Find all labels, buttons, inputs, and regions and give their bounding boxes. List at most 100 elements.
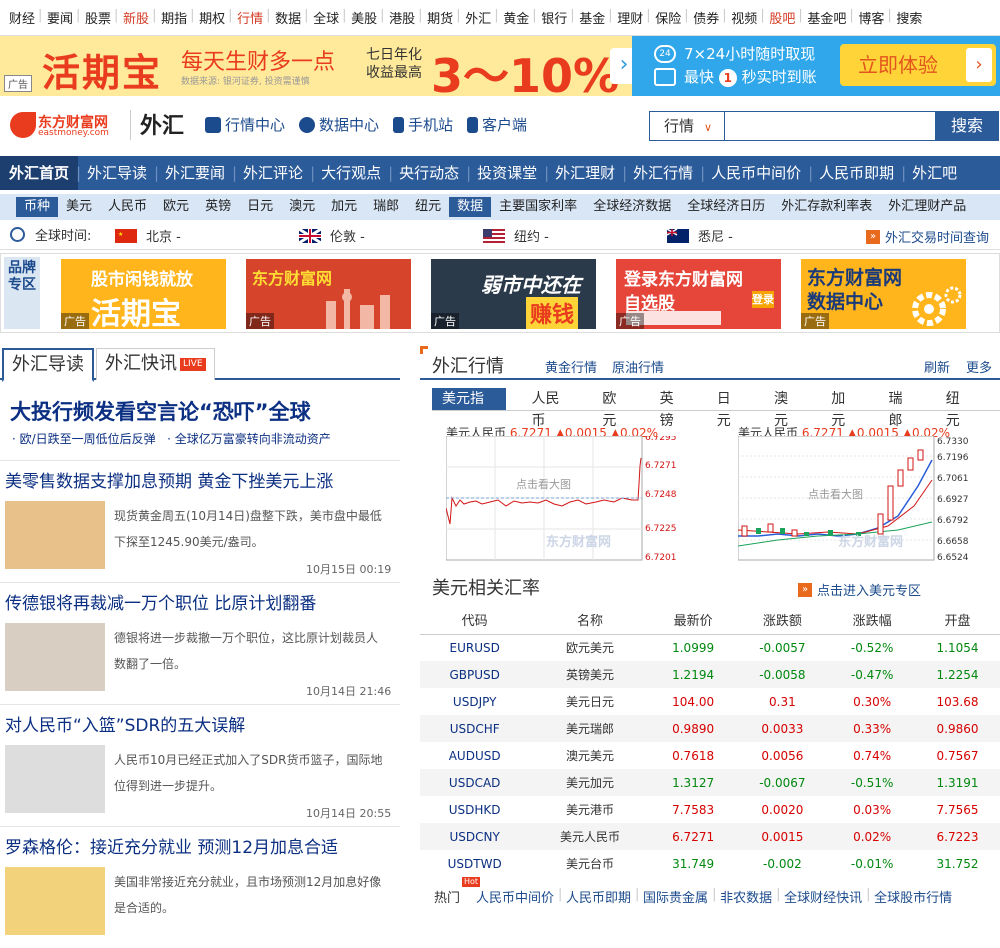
mainnav-item[interactable]: 大行观点 — [310, 156, 390, 190]
table-row[interactable]: USDCHF 美元瑞郎 0.9890 0.0033 0.33% 0.9860 — [420, 715, 1000, 742]
try-now-button[interactable]: 立即体验 › — [840, 44, 996, 86]
table-row[interactable]: USDCAD 美元加元 1.3127 -0.0067 -0.51% 1.3191 — [420, 769, 1000, 796]
topnav-item[interactable]: 股票 — [76, 8, 117, 27]
ad-right[interactable]: 24 7×24小时随时取现 最快 1 秒实时到账 立即体验 › — [632, 36, 1000, 96]
news-item[interactable]: 对人民币“入篮”SDR的五大误解 人民币10月已经正式加入了SDR货币篮子，国际地… — [0, 704, 400, 826]
news-thumbnail[interactable] — [5, 501, 105, 569]
brand-banner-huoqibao[interactable]: 股市闲钱就放 活期宝 广告 — [61, 259, 226, 329]
news-thumbnail[interactable] — [5, 745, 105, 813]
pair-code[interactable]: GBPUSD — [420, 661, 530, 688]
topnav-item[interactable]: 外汇 — [456, 8, 497, 27]
pair-code[interactable]: USDTWD — [420, 850, 529, 877]
currency-tab[interactable]: 瑞郎 — [886, 388, 919, 429]
news-title[interactable]: 罗森格伦：接近充分就业 预测12月加息合适 — [5, 833, 338, 858]
subnav-item[interactable]: 全球经济数据 — [585, 197, 679, 217]
header-link[interactable]: 手机站 — [393, 114, 453, 135]
hot-link[interactable]: 非农数据 — [712, 887, 778, 906]
mainnav-item[interactable]: 外汇导读 — [76, 156, 156, 190]
subnav-item[interactable]: 日元 — [239, 197, 281, 217]
headline[interactable]: 大投行频发看空言论“恐吓”全球 — [10, 396, 311, 426]
news-item[interactable]: 传德银将再裁减一万个职位 比原计划翻番 德银将进一步裁撤一万个职位，这比原计划裁员… — [0, 582, 400, 704]
brand-banner-datacenter[interactable]: 东方财富网 数据中心 广告 — [801, 259, 966, 329]
topnav-item[interactable]: 理财 — [608, 8, 649, 27]
table-row[interactable]: USDJPY 美元日元 104.00 0.31 0.30% 103.68 — [420, 688, 1000, 715]
search-type-select[interactable]: 行情 ∨ — [649, 111, 725, 141]
subnav-item[interactable]: 欧元 — [155, 197, 197, 217]
subnav-item[interactable]: 主要国家利率 — [491, 197, 585, 217]
subnav-item[interactable]: 澳元 — [281, 197, 323, 217]
mainnav-item[interactable]: 外汇首页 — [0, 156, 79, 190]
topnav-item[interactable]: 期指 — [152, 8, 193, 27]
table-row[interactable]: GBPUSD 英镑美元 1.2194 -0.0058 -0.47% 1.2254 — [420, 661, 1000, 688]
topnav-item[interactable]: 期货 — [418, 8, 459, 27]
currency-tab[interactable]: 日元 — [714, 388, 747, 429]
table-row[interactable]: USDTWD 美元台币 31.749 -0.002 -0.01% 31.752 — [420, 850, 1000, 877]
topnav-item[interactable]: 行情 — [228, 8, 269, 27]
header-link[interactable]: 数据中心 — [299, 114, 379, 135]
currency-tab[interactable]: 英镑 — [657, 388, 690, 429]
topnav-item[interactable]: 保险 — [646, 8, 687, 27]
topnav-item[interactable]: 财经 — [3, 8, 41, 27]
subnav-item[interactable]: 美元 — [58, 197, 100, 217]
topnav-item[interactable]: 搜索 — [887, 8, 928, 27]
sub-headline-link[interactable]: · 欧/日跌至一周低位后反弹 — [12, 432, 156, 446]
topnav-item[interactable]: 债券 — [684, 8, 725, 27]
fx-trading-time-link[interactable]: » 外汇交易时间查询 — [866, 227, 989, 246]
brand-banner-login[interactable]: 登录东方财富网 自选股 登录 广告 — [616, 259, 781, 329]
currency-tab[interactable]: 人民币 — [528, 388, 575, 429]
topnav-item[interactable]: 期权 — [190, 8, 231, 27]
news-item[interactable]: 美零售数据支撑加息预期 黄金下挫美元上涨 现货黄金周五(10月14日)盘整下跌，美… — [0, 460, 400, 582]
news-thumbnail[interactable] — [5, 623, 105, 691]
subnav-item[interactable]: 英镑 — [197, 197, 239, 217]
pair-code[interactable]: AUDUSD — [420, 742, 529, 769]
mainnav-item[interactable]: 投资课堂 — [466, 156, 546, 190]
topnav-item[interactable]: 数据 — [266, 8, 307, 27]
site-logo[interactable]: 东方财富网 eastmoney.com — [10, 112, 118, 138]
search-input[interactable] — [724, 111, 936, 141]
topnav-item[interactable]: 要闻 — [38, 8, 79, 27]
subnav-item[interactable]: 瑞郎 — [365, 197, 407, 217]
subnav-item[interactable]: 币种 — [16, 197, 59, 217]
more-link[interactable]: 更多 — [966, 357, 992, 376]
pair-code[interactable]: USDCAD — [420, 769, 530, 796]
subnav-item[interactable]: 数据 — [449, 197, 492, 217]
currency-tab[interactable]: 纽元 — [943, 388, 976, 429]
pair-code[interactable]: EURUSD — [420, 634, 529, 661]
brand-banner-eastmoney[interactable]: 东方财富网 广告 — [246, 259, 411, 329]
topnav-item[interactable]: 全球 — [304, 8, 345, 27]
hot-link[interactable]: 国际贵金属 — [635, 887, 714, 906]
hot-link[interactable]: 全球财经快讯 — [776, 887, 868, 906]
news-item[interactable]: 罗森格伦：接近充分就业 预测12月加息合适 美国非常接近充分就业，且市场预测12月… — [0, 826, 400, 948]
news-thumbnail[interactable] — [5, 867, 105, 935]
mainnav-item[interactable]: 外汇行情 — [622, 156, 702, 190]
news-title[interactable]: 美零售数据支撑加息预期 黄金下挫美元上涨 — [5, 467, 333, 492]
tab-fx-flash[interactable]: 外汇快讯 LIVE — [96, 348, 215, 380]
mainnav-item[interactable]: 外汇理财 — [544, 156, 624, 190]
mainnav-item[interactable]: 外汇要闻 — [154, 156, 234, 190]
mainnav-item[interactable]: 外汇吧 — [901, 156, 966, 190]
currency-tab[interactable]: 澳元 — [771, 388, 804, 429]
hot-link[interactable]: 全球股市行情 — [866, 887, 958, 906]
mainnav-item[interactable]: 人民币中间价 — [700, 156, 810, 190]
candlestick-chart[interactable]: 美元人民币 6.7271 ▲0.0015 ▲0.02% 点击看大图 东方财富网 … — [738, 424, 1000, 566]
topnav-item[interactable]: 股吧 — [760, 8, 801, 27]
topnav-item[interactable]: 博客 — [849, 8, 890, 27]
mainnav-item[interactable]: 人民币即期 — [808, 156, 903, 190]
topnav-item[interactable]: 黄金 — [494, 8, 535, 27]
pair-code[interactable]: USDCNY — [420, 823, 530, 850]
refresh-link[interactable]: 刷新 — [924, 357, 950, 376]
table-row[interactable]: USDHKD 美元港币 7.7583 0.0020 0.03% 7.7565 — [420, 796, 1000, 823]
gold-market-link[interactable]: 黄金行情 — [545, 357, 597, 376]
subnav-item[interactable]: 加元 — [323, 197, 365, 217]
topnav-item[interactable]: 基金 — [570, 8, 611, 27]
topnav-item[interactable]: 视频 — [722, 8, 763, 27]
subnav-item[interactable]: 外汇存款利率表 — [773, 197, 880, 217]
ad-banner[interactable]: 广告 活期宝 每天生财多一点 数据来源: 银河证券, 投资需谨慎 七日年化 收益最… — [0, 36, 1000, 103]
search-button[interactable]: 搜索 — [935, 111, 999, 141]
currency-tab[interactable]: 加元 — [828, 388, 861, 429]
sub-headline-link[interactable]: · 全球亿万富豪转向非流动资产 — [167, 432, 331, 446]
header-link[interactable]: 客户端 — [467, 114, 527, 135]
oil-market-link[interactable]: 原油行情 — [612, 357, 664, 376]
table-row[interactable]: AUDUSD 澳元美元 0.7618 0.0056 0.74% 0.7567 — [420, 742, 1000, 769]
hot-link[interactable]: 人民币中间价 — [470, 887, 560, 906]
